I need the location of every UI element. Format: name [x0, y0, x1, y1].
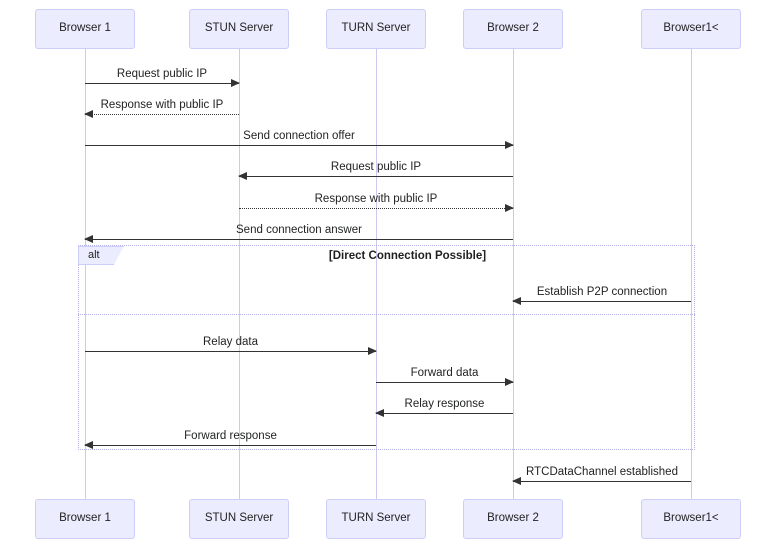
- participant-label: TURN Server: [341, 512, 411, 525]
- message-label-m12: RTCDataChannel established: [526, 466, 678, 478]
- participant-label: Browser 2: [487, 22, 539, 35]
- message-label-m7: Establish P2P connection: [536, 286, 668, 298]
- participant-bottom-browser1alt[interactable]: Browser1<: [641, 499, 741, 539]
- message-line-m8: [85, 351, 376, 352]
- alt-block-divider: [78, 314, 695, 315]
- message-label-m1: Request public IP: [116, 68, 208, 80]
- participant-label: Browser1<: [663, 22, 719, 35]
- alt-block-condition: [Direct Connection Possible]: [328, 250, 487, 262]
- participant-label: Browser 1: [59, 22, 111, 35]
- message-label-m11: Forward response: [184, 430, 277, 442]
- participant-label: Browser 2: [487, 512, 539, 525]
- message-label-m3: Send connection offer: [243, 130, 355, 142]
- message-label-m9: Forward data: [410, 367, 479, 379]
- participant-bottom-browser1[interactable]: Browser 1: [35, 499, 135, 539]
- message-line-m2: [85, 114, 239, 115]
- message-line-m4: [239, 176, 513, 177]
- participant-top-turn[interactable]: TURN Server: [326, 9, 426, 49]
- participant-label: Browser1<: [663, 512, 719, 525]
- participant-label: STUN Server: [204, 512, 274, 525]
- participant-bottom-stun[interactable]: STUN Server: [189, 499, 289, 539]
- message-line-m5: [239, 208, 513, 209]
- participant-top-browser1[interactable]: Browser 1: [35, 9, 135, 49]
- participant-top-stun[interactable]: STUN Server: [189, 9, 289, 49]
- message-line-m1: [85, 83, 239, 84]
- message-label-m2: Response with public IP: [100, 99, 224, 111]
- message-label-m5: Response with public IP: [314, 193, 438, 205]
- lifeline-browser2: [512, 49, 514, 499]
- message-line-m11: [85, 445, 376, 446]
- sequence-diagram-canvas: alt [Direct Connection Possible] Request p…: [0, 0, 784, 555]
- participant-top-browser2[interactable]: Browser 2: [463, 9, 563, 49]
- message-label-m10: Relay response: [404, 398, 485, 410]
- message-label-m6: Send connection answer: [236, 224, 362, 236]
- participant-label: Browser 1: [59, 512, 111, 525]
- message-line-m7: [513, 301, 691, 302]
- participant-label: TURN Server: [341, 22, 411, 35]
- message-label-m8: Relay data: [203, 336, 258, 348]
- message-line-m9: [376, 382, 513, 383]
- message-line-m3: [85, 145, 513, 146]
- message-line-m10: [376, 413, 513, 414]
- participant-label: STUN Server: [204, 22, 274, 35]
- participant-bottom-turn[interactable]: TURN Server: [326, 499, 426, 539]
- participant-bottom-browser2[interactable]: Browser 2: [463, 499, 563, 539]
- lifeline-browser1alt: [690, 49, 692, 499]
- message-line-m12: [513, 481, 691, 482]
- message-line-m6: [85, 239, 513, 240]
- participant-top-browser1alt[interactable]: Browser1<: [641, 9, 741, 49]
- message-label-m4: Request public IP: [330, 161, 422, 173]
